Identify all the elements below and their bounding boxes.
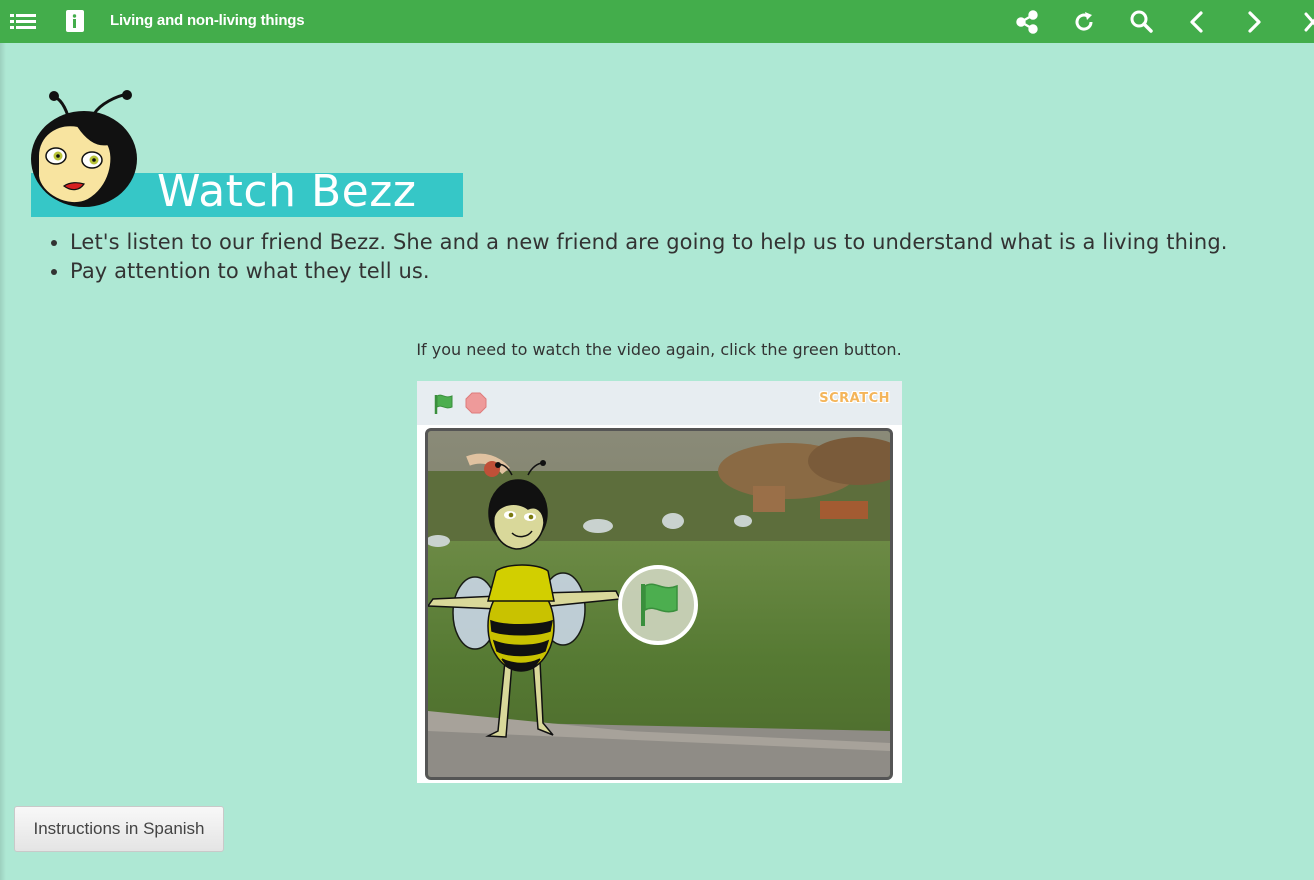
instruction-list: Let's listen to our friend Bezz. She and… xyxy=(48,228,1314,286)
list-item: Pay attention to what they tell us. xyxy=(70,257,1314,286)
close-icon[interactable] xyxy=(1300,9,1314,35)
list-item: Let's listen to our friend Bezz. She and… xyxy=(70,228,1314,257)
green-flag-overlay-button[interactable] xyxy=(617,564,699,646)
scratch-logo: SCRATCH xyxy=(819,391,890,406)
book-title: Living and non-living things xyxy=(110,12,305,29)
instructions-spanish-button[interactable]: Instructions in Spanish xyxy=(14,806,224,852)
page-edge-shadow xyxy=(0,43,6,880)
stop-icon[interactable] xyxy=(465,392,487,414)
chevron-right-icon[interactable] xyxy=(1243,9,1265,35)
bee-head-icon xyxy=(31,90,137,207)
book-icon[interactable] xyxy=(64,9,86,35)
list-icon[interactable] xyxy=(8,9,38,35)
player-controls: SCRATCH xyxy=(417,381,902,425)
scratch-player: SCRATCH xyxy=(417,381,902,783)
video-stage[interactable] xyxy=(425,428,893,780)
reload-icon[interactable] xyxy=(1071,9,1097,35)
replay-hint: If you need to watch the video again, cl… xyxy=(416,340,902,359)
green-flag-icon[interactable] xyxy=(432,392,456,416)
chevron-left-icon[interactable] xyxy=(1186,9,1208,35)
search-icon[interactable] xyxy=(1128,9,1154,35)
share-icon[interactable] xyxy=(1014,9,1040,35)
top-toolbar: Living and non-living things xyxy=(0,0,1314,43)
page-title: Watch Bezz xyxy=(157,166,417,217)
